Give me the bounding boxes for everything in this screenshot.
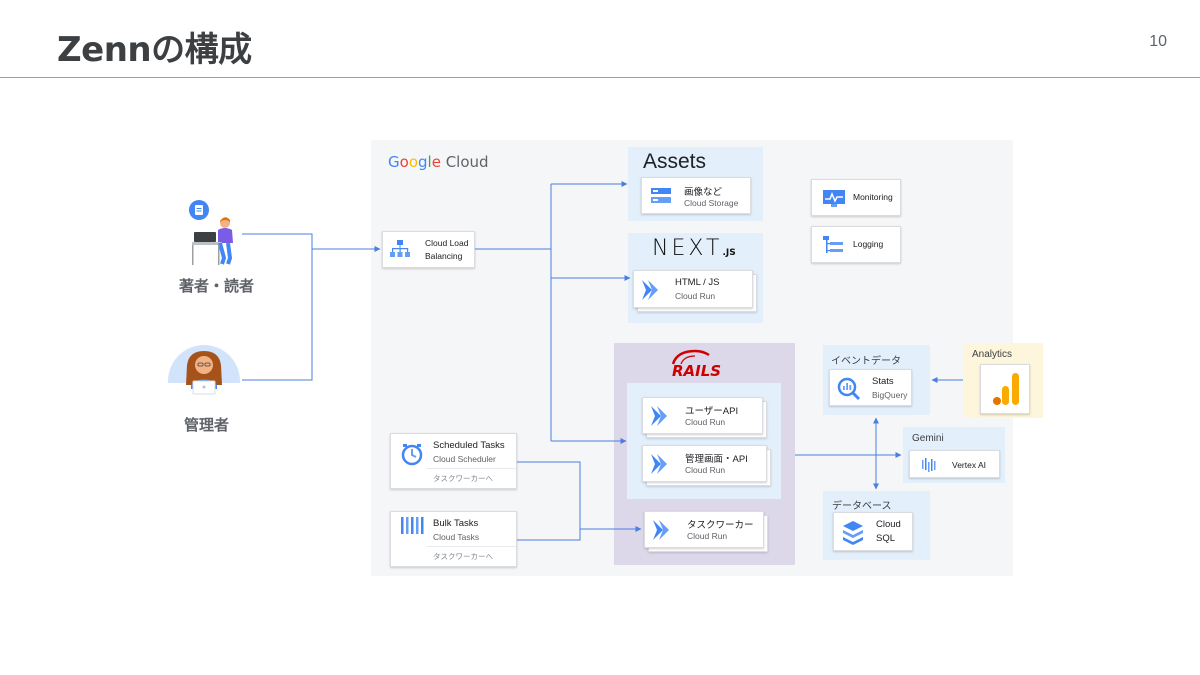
monitoring-card[interactable]: Monitoring (811, 179, 901, 216)
cloud-scheduler-icon (401, 444, 423, 466)
logging-icon (823, 236, 843, 253)
scheduled-tasks-divider (427, 468, 516, 469)
admin-illustration (168, 345, 240, 395)
writer-to-lb-line (242, 233, 313, 249)
admin-label: 管理者 (184, 416, 230, 434)
cloud-run-icon (653, 520, 669, 540)
writer-reader-illustration (189, 200, 233, 265)
bigquery-card[interactable]: Stats BigQuery (829, 369, 912, 406)
analytics-label: Analytics (972, 349, 1013, 360)
scheduled-tasks-foot: タスクワーカーへ (433, 474, 493, 483)
cloud-tasks-icon (401, 517, 424, 534)
cloud-load-balancing-card[interactable]: Cloud Load Balancing (382, 231, 475, 268)
logging-name: Logging (853, 239, 884, 249)
admin-api-sub: Cloud Run (685, 465, 726, 475)
bulk-tasks-name: Bulk Tasks (433, 518, 479, 529)
analytics-card[interactable] (980, 364, 1030, 414)
vertex-ai-name: Vertex AI (952, 460, 987, 470)
user-api-name: ユーザーAPI (685, 406, 739, 417)
cloud-sql-card[interactable]: Cloud SQL (833, 512, 913, 551)
vertex-ai-card[interactable]: Vertex AI (909, 450, 1000, 478)
google-analytics-icon (993, 373, 1019, 405)
logging-card[interactable]: Logging (811, 226, 901, 263)
writer-reader-label: 著者・読者 (179, 277, 255, 295)
nextjs-card-name: HTML / JS (675, 277, 720, 288)
cloud-run-icon (642, 280, 658, 300)
cloud-sql-name-2: SQL (876, 533, 896, 544)
load-balancer-name-2: Balancing (425, 251, 463, 261)
admin-to-lb-line (242, 249, 313, 381)
task-worker-sub: Cloud Run (687, 531, 728, 541)
database-label: データベース (832, 501, 892, 512)
bulk-tasks-foot: タスクワーカーへ (433, 552, 493, 561)
load-balancer-icon (390, 240, 410, 257)
slide-title: Zennの構成 (57, 30, 252, 70)
event-data-label: イベントデータ (831, 356, 901, 367)
bigquery-name: Stats (872, 376, 894, 387)
vertex-ai-icon (922, 458, 936, 472)
nextjs-card-sub: Cloud Run (675, 291, 716, 301)
monitoring-name: Monitoring (853, 192, 893, 202)
nextjs-logo: NEXT.JS (652, 236, 736, 261)
page-number: 10 (1149, 33, 1167, 50)
bulk-tasks-divider (427, 546, 516, 547)
cloud-storage-name: 画像など (684, 187, 723, 198)
google-cloud-logo: Google Cloud (388, 153, 489, 171)
cloud-storage-sub: Cloud Storage (684, 198, 739, 208)
bulk-tasks-sub: Cloud Tasks (433, 532, 480, 542)
task-worker-card[interactable]: タスクワーカー Cloud Run (644, 511, 764, 548)
rails-logo: RAILS (672, 362, 722, 380)
nextjs-cloud-run-card[interactable]: HTML / JS Cloud Run (633, 270, 753, 308)
assets-title: Assets (643, 150, 707, 173)
cloud-run-icon (651, 406, 667, 426)
cloud-sql-name-1: Cloud (876, 519, 901, 530)
load-balancer-name-1: Cloud Load (425, 238, 469, 248)
task-worker-name: タスクワーカー (687, 520, 754, 531)
bulk-tasks-card[interactable]: Bulk Tasks Cloud Tasks タスクワーカーへ (390, 511, 517, 567)
title-divider (0, 77, 1200, 78)
scheduled-tasks-name: Scheduled Tasks (433, 440, 505, 451)
cloud-sql-icon (843, 521, 863, 545)
admin-api-name: 管理画面・API (685, 454, 748, 465)
admin-api-card[interactable]: 管理画面・API Cloud Run (642, 445, 767, 482)
cloud-storage-icon (651, 188, 671, 203)
gemini-label: Gemini (912, 433, 944, 444)
scheduled-tasks-sub: Cloud Scheduler (433, 454, 496, 464)
scheduled-tasks-card[interactable]: Scheduled Tasks Cloud Scheduler タスクワーカーへ (390, 433, 517, 489)
bigquery-sub: BigQuery (872, 390, 908, 400)
cloud-run-icon (651, 454, 667, 474)
monitoring-icon (823, 190, 845, 207)
cloud-storage-card[interactable]: 画像など Cloud Storage (641, 177, 751, 214)
bigquery-icon (837, 377, 861, 401)
user-api-card[interactable]: ユーザーAPI Cloud Run (642, 397, 763, 434)
user-api-sub: Cloud Run (685, 417, 726, 427)
